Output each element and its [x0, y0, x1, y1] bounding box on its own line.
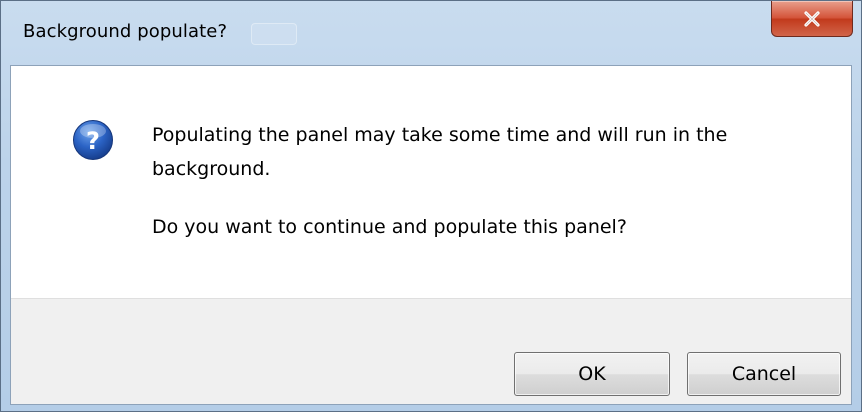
message-line-2: Do you want to continue and populate thi… [152, 216, 627, 238]
dialog-client-area: ? Populating the panel may take some tim… [10, 65, 852, 405]
close-icon [804, 10, 820, 27]
dialog-button-bar: OK Cancel [11, 298, 851, 404]
question-icon: ? [73, 120, 113, 160]
dialog-content: ? Populating the panel may take some tim… [11, 66, 851, 298]
dialog-message: Populating the panel may take some time … [152, 118, 812, 244]
cancel-button[interactable]: Cancel [687, 352, 841, 396]
ok-button[interactable]: OK [514, 352, 670, 396]
title-bar[interactable]: Background populate? [1, 1, 861, 65]
window-title: Background populate? [23, 21, 228, 42]
title-bar-decoration [251, 23, 297, 45]
message-line-1: Populating the panel may take some time … [152, 124, 728, 180]
close-button[interactable] [771, 1, 853, 37]
dialog-window: Background populate? ? Populating the pa… [0, 0, 862, 412]
svg-text:?: ? [86, 127, 100, 155]
